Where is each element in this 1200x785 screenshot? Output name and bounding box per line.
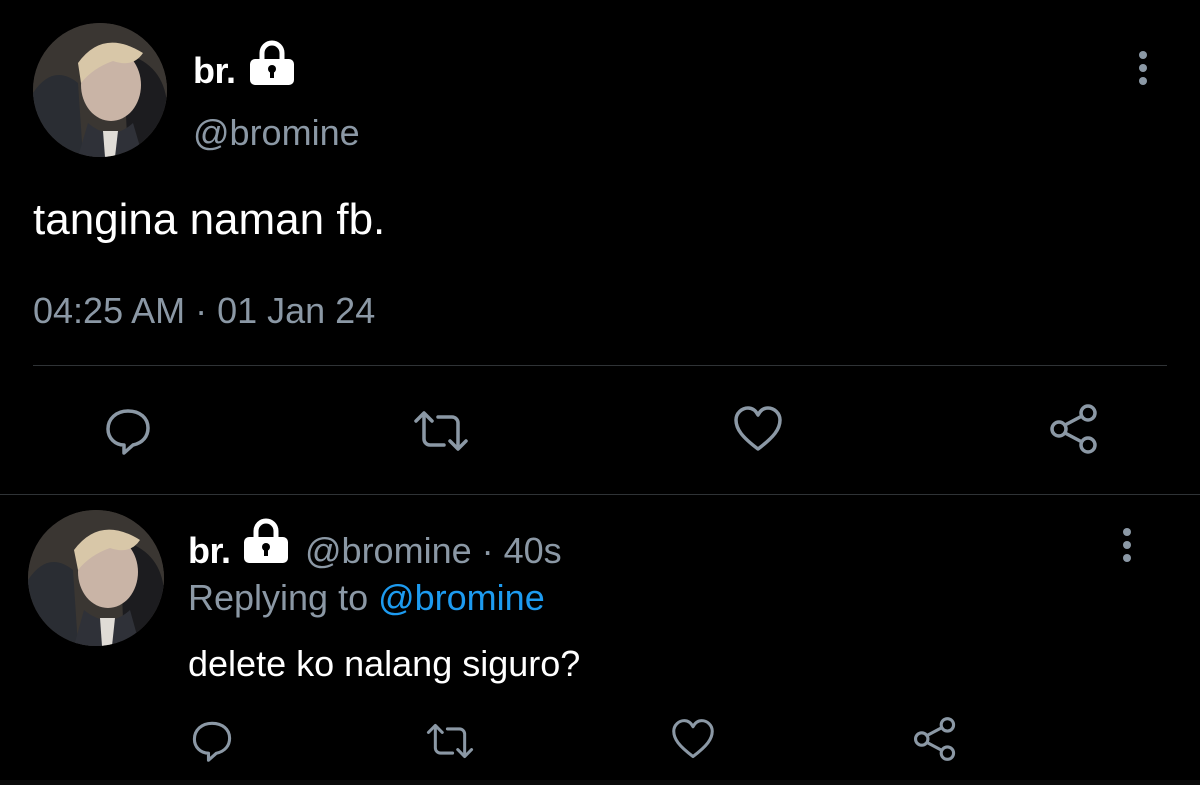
reply-icon[interactable] (190, 718, 234, 767)
replying-to: Replying to @bromine (188, 577, 545, 619)
retweet-icon[interactable] (412, 407, 470, 460)
like-icon[interactable] (732, 405, 784, 458)
avatar[interactable] (33, 23, 167, 157)
bottom-edge (0, 780, 1200, 785)
lock-icon (246, 40, 298, 91)
divider (0, 494, 1200, 495)
lock-icon (240, 518, 292, 569)
mention-link[interactable]: @bromine (378, 577, 545, 618)
handle[interactable]: @bromine (193, 112, 360, 154)
replying-prefix: Replying to (188, 577, 379, 618)
reply-icon[interactable] (103, 405, 153, 460)
divider (33, 365, 1167, 366)
tweet-text: delete ko nalang siguro? (188, 643, 581, 684)
display-name[interactable]: br. (193, 50, 236, 92)
display-name[interactable]: br. (188, 530, 231, 572)
avatar[interactable] (28, 510, 164, 646)
share-icon[interactable] (1048, 403, 1100, 460)
timestamp[interactable]: 04:25 AM · 01 Jan 24 (33, 290, 375, 332)
tweet-text: tangina naman fb. (33, 195, 386, 244)
handle-and-time[interactable]: @bromine · 40s (305, 530, 562, 572)
like-icon[interactable] (670, 718, 716, 765)
share-icon[interactable] (912, 716, 958, 767)
more-options-icon[interactable] (1117, 527, 1137, 568)
more-options-icon[interactable] (1133, 50, 1153, 91)
retweet-icon[interactable] (425, 720, 475, 767)
